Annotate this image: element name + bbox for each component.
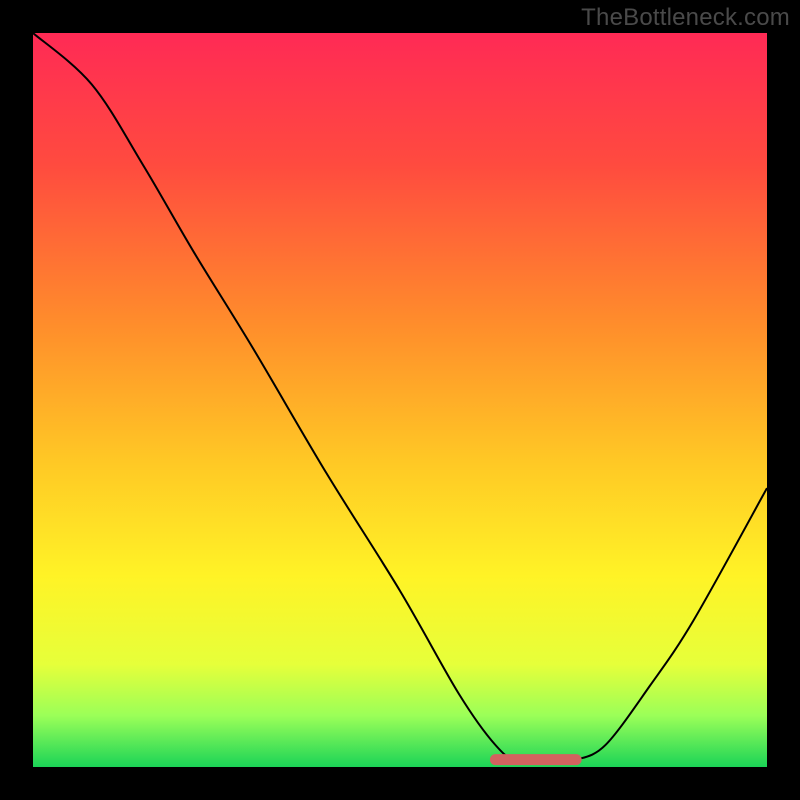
watermark-text: TheBottleneck.com [581,4,790,32]
gradient-rect [33,33,767,767]
plot-area [33,33,767,767]
chart-svg [33,33,767,767]
chart-frame: TheBottleneck.com [0,0,800,800]
